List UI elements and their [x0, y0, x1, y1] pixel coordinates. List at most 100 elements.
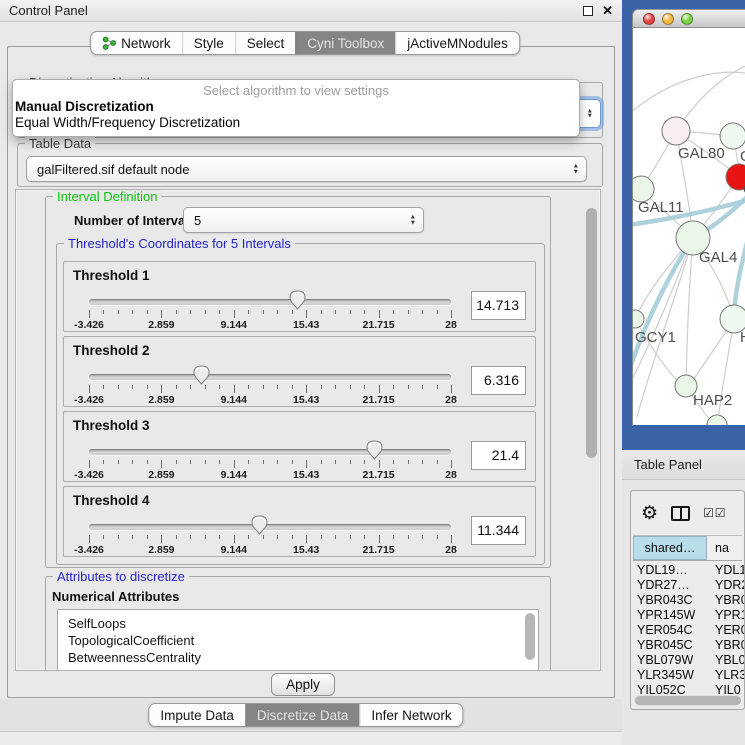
- slider-tick: [422, 385, 423, 389]
- zoom-window-icon[interactable]: [681, 13, 693, 25]
- table-row[interactable]: YBL079WYBL0: [633, 653, 744, 668]
- table-row[interactable]: YER054CYER0: [633, 623, 744, 638]
- threshold-value-field[interactable]: 11.344: [471, 516, 526, 545]
- network-node[interactable]: [707, 415, 727, 425]
- vertical-scrollbar[interactable]: [586, 208, 597, 458]
- slider-tick-label: 28: [445, 544, 457, 556]
- slider-track[interactable]: [89, 299, 451, 305]
- slider-thumb-icon[interactable]: [193, 365, 210, 390]
- table-data-combobox-value: galFiltered.sif default node: [37, 162, 189, 177]
- table-column-header[interactable]: shared…: [633, 536, 707, 560]
- threshold-value-field[interactable]: 6.316: [471, 366, 526, 395]
- slider-thumb-icon[interactable]: [289, 290, 306, 315]
- minimize-window-icon[interactable]: [662, 13, 674, 25]
- table-row[interactable]: YBR043CYBR0: [633, 593, 744, 608]
- slider-tick-label: 9.144: [221, 544, 247, 556]
- settings-panel: Discretization Algorithm ▲▼ Table Data g…: [7, 46, 615, 698]
- table-row[interactable]: YBR045CYBR0: [633, 638, 744, 653]
- table-column-header[interactable]: na: [707, 536, 742, 560]
- network-icon: [102, 36, 116, 50]
- table-row[interactable]: YLR345WYLR3: [633, 668, 744, 683]
- slider-tick: [321, 385, 322, 389]
- slider-tick: [176, 535, 177, 539]
- threshold-panel: Threshold 2-3.4262.8599.14415.4321.71528…: [63, 336, 536, 407]
- slider-tick: [147, 310, 148, 314]
- gear-icon[interactable]: ⚙: [641, 504, 658, 523]
- tab-cyni-toolbox[interactable]: Cyni Toolbox: [295, 32, 395, 54]
- threshold-panel: Threshold 1-3.4262.8599.14415.4321.71528…: [63, 261, 536, 332]
- table-row[interactable]: YDR27…YDR2: [633, 578, 744, 593]
- threshold-slider[interactable]: -3.4262.8599.14415.4321.71528: [89, 371, 451, 405]
- close-icon[interactable]: ✕: [602, 4, 613, 17]
- network-edge[interactable]: [686, 238, 693, 384]
- slider-tick: [176, 460, 177, 464]
- table-row[interactable]: YPR145WYPR1: [633, 608, 744, 623]
- attribute-list-item[interactable]: BetweennessCentrality: [58, 649, 538, 666]
- slider-thumb-icon[interactable]: [366, 440, 383, 465]
- network-graph[interactable]: GAL80GAGAL11GAL4GCY1HHAP2C: [633, 28, 745, 425]
- split-table-icon[interactable]: [671, 506, 690, 521]
- tab-select[interactable]: Select: [235, 32, 296, 54]
- slider-tick: [103, 535, 104, 539]
- attribute-list-item[interactable]: TopologicalCoefficient: [58, 632, 538, 649]
- tab-label: Cyni Toolbox: [307, 36, 384, 51]
- apply-button[interactable]: Apply: [271, 673, 335, 696]
- slider-tick: [234, 385, 235, 393]
- slider-tick: [350, 385, 351, 389]
- table-header-row: shared…na: [633, 535, 742, 561]
- threshold-panel: Threshold 4-3.4262.8599.14415.4321.71528…: [63, 486, 536, 557]
- attributes-list[interactable]: SelfLoopsTopologicalCoefficientBetweenne…: [57, 609, 539, 671]
- slider-tick: [437, 310, 438, 314]
- threshold-slider[interactable]: -3.4262.8599.14415.4321.71528: [89, 296, 451, 330]
- slider-tick-label: 21.715: [363, 469, 395, 481]
- network-edge[interactable]: [734, 235, 745, 316]
- list-scrollbar-thumb[interactable]: [525, 613, 535, 660]
- tab-label: Style: [194, 36, 224, 51]
- attribute-list-item[interactable]: SelfLoops: [58, 610, 538, 632]
- float-window-icon[interactable]: [583, 6, 593, 16]
- dropdown-option[interactable]: Equal Width/Frequency Discretization: [13, 115, 579, 131]
- slider-track[interactable]: [89, 524, 451, 530]
- slider-track[interactable]: [89, 449, 451, 455]
- threshold-value-field[interactable]: 21.4: [471, 441, 526, 470]
- slider-tick: [408, 535, 409, 539]
- tab-jactivemnodules[interactable]: jActiveMNodules: [395, 32, 519, 54]
- slider-tick-label: 15.43: [293, 544, 319, 556]
- number-of-intervals-combobox[interactable]: 5 ▲▼: [183, 207, 424, 233]
- slider-track[interactable]: [89, 374, 451, 380]
- slider-tick: [263, 385, 264, 389]
- node-label: GAL4: [699, 249, 737, 266]
- table-data-combobox[interactable]: galFiltered.sif default node ▲▼: [26, 156, 587, 182]
- dropdown-option[interactable]: Manual Discretization: [13, 99, 579, 115]
- tab-style[interactable]: Style: [182, 32, 235, 54]
- network-node[interactable]: [662, 117, 690, 145]
- slider-thumb-icon[interactable]: [251, 515, 268, 540]
- tab-discretize-data[interactable]: Discretize Data: [245, 704, 360, 726]
- tab-label: Impute Data: [160, 708, 234, 723]
- slider-tick: [234, 460, 235, 468]
- threshold-slider[interactable]: -3.4262.8599.14415.4321.71528: [89, 521, 451, 555]
- threshold-value-field[interactable]: 14.713: [471, 291, 526, 320]
- network-edge[interactable]: [633, 72, 745, 114]
- slider-tick: [234, 535, 235, 543]
- checkbox-columns-icon[interactable]: ☑☑: [703, 506, 727, 520]
- network-canvas[interactable]: GAL80GAGAL11GAL4GCY1HHAP2C: [633, 28, 745, 425]
- table-data-group: Table Data galFiltered.sif default node …: [17, 143, 603, 187]
- slider-tick: [161, 535, 162, 543]
- slider-tick-label: 28: [445, 469, 457, 481]
- tab-network[interactable]: Network: [91, 32, 182, 54]
- horizontal-scrollbar[interactable]: [634, 695, 741, 706]
- horizontal-scrollbar-thumb[interactable]: [635, 696, 741, 705]
- slider-tick: [422, 535, 423, 539]
- close-window-icon[interactable]: [643, 13, 655, 25]
- network-node[interactable]: [633, 310, 644, 328]
- threshold-slider[interactable]: -3.4262.8599.14415.4321.71528: [89, 446, 451, 480]
- slider-tick: [219, 385, 220, 389]
- number-of-intervals-value: 5: [194, 213, 201, 228]
- dropdown-placeholder-item[interactable]: Select algorithm to view settings: [13, 82, 579, 99]
- tab-impute-data[interactable]: Impute Data: [149, 704, 245, 726]
- slider-tick: [190, 385, 191, 389]
- tab-infer-network[interactable]: Infer Network: [359, 704, 462, 726]
- table-row[interactable]: YDL19…YDL1: [633, 563, 744, 578]
- tab-label: jActiveMNodules: [407, 36, 508, 51]
